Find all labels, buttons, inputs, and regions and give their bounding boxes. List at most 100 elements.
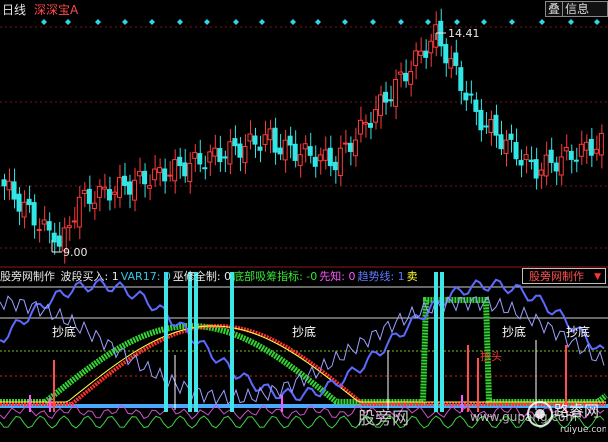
low-price-label: 9.00 — [63, 246, 88, 259]
candle-body — [222, 156, 228, 159]
candle-body — [91, 202, 97, 209]
indicator-header: 股旁网制作 波段买入: 1 VAR17: 0 巫修全制: 0 底部吸筹指标: -0 先知… — [0, 268, 608, 284]
candle-body — [6, 180, 12, 191]
candle-body — [573, 159, 579, 162]
candle-body — [81, 189, 87, 195]
candle-body — [257, 146, 263, 151]
candle-body — [513, 142, 519, 160]
candle-body — [162, 168, 168, 182]
candle-body — [317, 154, 323, 162]
candle-body — [167, 174, 173, 177]
candle-body — [56, 235, 62, 247]
candle-body — [26, 198, 32, 206]
candle-body — [438, 20, 444, 47]
candle-body — [352, 139, 358, 157]
candle-body — [41, 219, 47, 225]
indicator-selector-label: 股旁网制作 — [529, 270, 584, 283]
candle-body — [403, 72, 409, 82]
candle-body — [66, 225, 72, 229]
candle-body — [593, 148, 599, 154]
indicator-item-1: VAR17: 0 — [120, 270, 171, 283]
candle-body — [458, 67, 464, 91]
indicator-item-0: 波段买入: 1 — [60, 270, 119, 283]
signal-diamond — [290, 19, 296, 25]
candle-body — [142, 170, 148, 185]
chaodi-label: 抄底 — [52, 324, 76, 339]
candle-body — [337, 147, 343, 177]
chevron-down-icon[interactable]: ▼ — [594, 269, 601, 285]
signal-diamond — [41, 19, 47, 25]
candle-body — [443, 43, 449, 64]
var17-bar — [164, 272, 168, 412]
candle-body — [262, 134, 268, 145]
candle-body — [106, 189, 112, 201]
signal-diamond — [568, 19, 574, 25]
candle-body — [378, 94, 383, 116]
candle-body — [332, 161, 338, 171]
candle-body — [563, 146, 569, 152]
trend-blue-line — [0, 277, 605, 402]
candle-body — [553, 162, 559, 172]
indicator-item-4: 先知: 0 — [319, 270, 356, 283]
candle-body — [51, 232, 57, 243]
candle-body — [232, 138, 238, 147]
candle-body — [383, 91, 389, 103]
signal-diamond — [122, 19, 128, 25]
candle-body — [282, 139, 288, 161]
indicator-item-5: 趋势线: 1 — [357, 270, 405, 283]
candle-body — [428, 40, 434, 54]
candle-body — [111, 191, 117, 195]
indicator-name[interactable]: 股旁网制作 — [0, 270, 55, 283]
candle-body — [498, 134, 504, 150]
signal-diamond — [233, 19, 239, 25]
candle-body — [237, 143, 243, 158]
candle-body — [598, 132, 604, 156]
candle-body — [287, 135, 293, 146]
candle-body — [322, 149, 328, 161]
candle-body — [398, 71, 404, 75]
signal-diamond — [398, 19, 404, 25]
signal-diamond — [370, 19, 376, 25]
candle-body — [1, 179, 7, 187]
signal-diamond — [259, 19, 265, 25]
signal-diamond — [509, 19, 515, 25]
candle-body — [312, 156, 318, 167]
candle-body — [247, 133, 253, 142]
candle-body — [583, 141, 589, 151]
logo-text: 路睿网 — [554, 402, 599, 420]
var17-bar — [434, 272, 438, 412]
signal-diamond — [177, 19, 183, 25]
candle-body — [292, 143, 298, 161]
var17-bar — [188, 272, 192, 412]
signal-diamond — [65, 19, 71, 25]
high-price-label: 14.41 — [448, 27, 480, 40]
candle-body — [347, 142, 353, 152]
candle-body — [121, 175, 127, 186]
logo-url: ruiyue.com — [560, 425, 606, 435]
candle-body — [192, 152, 198, 159]
signal-diamond — [425, 19, 431, 25]
candle-body — [448, 58, 454, 69]
candle-body — [137, 170, 143, 177]
var17-bar — [194, 272, 198, 412]
candle-body — [16, 193, 22, 212]
candle-body — [207, 151, 213, 163]
chaotou-label: 抄头 — [480, 349, 502, 363]
candle-body — [177, 156, 183, 167]
candle-body — [101, 186, 107, 190]
indicator-selector[interactable]: 股旁网制作 ▼ — [522, 268, 606, 284]
candle-body — [127, 181, 132, 195]
candle-body — [172, 159, 178, 182]
candle-body — [342, 142, 348, 145]
candle-body — [588, 138, 594, 156]
candle-body — [483, 125, 489, 128]
candle-body — [393, 78, 399, 107]
candle-body — [528, 159, 534, 163]
candle-body — [367, 122, 373, 128]
candle-body — [488, 119, 494, 133]
candle-body — [327, 147, 333, 167]
indicator-item-3: 底部吸筹指标: -0 — [233, 270, 318, 283]
signal-diamond — [149, 19, 155, 25]
candle-body — [362, 121, 368, 125]
kline-chart[interactable]: 14.41 9.00 抄底 抄底 抄底 抄底抄头 — [0, 0, 608, 440]
